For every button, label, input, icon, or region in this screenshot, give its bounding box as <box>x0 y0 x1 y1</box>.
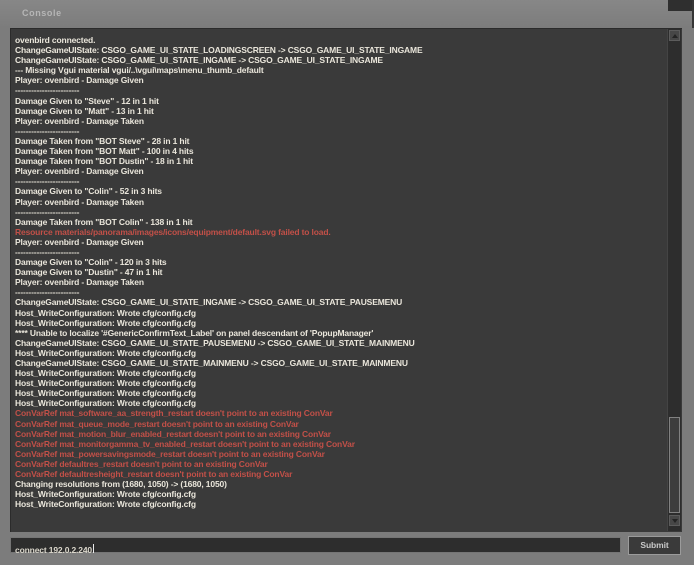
log-line: ChangeGameUIState: CSGO_GAME_UI_STATE_LO… <box>15 45 664 55</box>
log-line: ------------------------ <box>15 287 664 297</box>
log-line: Player: ovenbird - Damage Given <box>15 166 664 176</box>
log-line: ConVarRef defaultresheight_restart doesn… <box>15 469 664 479</box>
submit-button[interactable]: Submit <box>628 536 681 555</box>
log-line: Changing resolutions from (1680, 1050) -… <box>15 479 664 489</box>
log-line: Damage Given to "Matt" - 13 in 1 hit <box>15 106 664 116</box>
log-line: ConVarRef mat_software_aa_strength_resta… <box>15 408 664 418</box>
log-line: ------------------------ <box>15 126 664 136</box>
log-line: Damage Given to "Colin" - 52 in 3 hits <box>15 186 664 196</box>
down-arrow-icon <box>672 519 678 523</box>
log-line: Host_WriteConfiguration: Wrote cfg/confi… <box>15 308 664 318</box>
log-line: ovenbird connected. <box>15 35 664 45</box>
up-arrow-icon <box>672 34 678 38</box>
log-line: ConVarRef defaultres_restart doesn't poi… <box>15 459 664 469</box>
log-line: Player: ovenbird - Damage Taken <box>15 116 664 126</box>
log-line: Host_WriteConfiguration: Wrote cfg/confi… <box>15 489 664 499</box>
log-line: Host_WriteConfiguration: Wrote cfg/confi… <box>15 378 664 388</box>
log-line: ChangeGameUIState: CSGO_GAME_UI_STATE_IN… <box>15 55 664 65</box>
log-line: ConVarRef mat_monitorgamma_tv_enabled_re… <box>15 439 664 449</box>
log-line: ChangeGameUIState: CSGO_GAME_UI_STATE_PA… <box>15 338 664 348</box>
log-line: Player: ovenbird - Damage Given <box>15 75 664 85</box>
log-line: Host_WriteConfiguration: Wrote cfg/confi… <box>15 398 664 408</box>
log-line: Player: ovenbird - Damage Given <box>15 237 664 247</box>
scrollbar-thumb[interactable] <box>669 417 680 513</box>
text-caret <box>93 544 94 553</box>
log-line: Host_WriteConfiguration: Wrote cfg/confi… <box>15 348 664 358</box>
log-line: **** Unable to localize '#GenericConfirm… <box>15 328 664 338</box>
log-line: ------------------------ <box>15 247 664 257</box>
log-line: Player: ovenbird - Damage Taken <box>15 277 664 287</box>
command-input-value: connect 192.0.2.240 <box>15 545 92 555</box>
log-line: Resource materials/panorama/images/icons… <box>15 227 664 237</box>
log-line: ConVarRef mat_motion_blur_enabled_restar… <box>15 429 664 439</box>
log-line: Damage Given to "Dustin" - 47 in 1 hit <box>15 267 664 277</box>
log-line: Damage Taken from "BOT Matt" - 100 in 4 … <box>15 146 664 156</box>
command-input[interactable]: connect 192.0.2.240 <box>10 537 621 553</box>
scroll-up-button[interactable] <box>669 30 680 41</box>
log-line: ConVarRef mat_queue_mode_restart doesn't… <box>15 419 664 429</box>
log-line: ------------------------ <box>15 207 664 217</box>
title-bar[interactable]: Console x <box>0 0 694 28</box>
log-line: ChangeGameUIState: CSGO_GAME_UI_STATE_IN… <box>15 297 664 307</box>
window-title: Console <box>22 8 62 18</box>
log-line: Host_WriteConfiguration: Wrote cfg/confi… <box>15 388 664 398</box>
log-line: ConVarRef mat_powersavingsmode_restart d… <box>15 449 664 459</box>
console-log[interactable]: ovenbird connected.ChangeGameUIState: CS… <box>10 28 682 532</box>
log-line: Damage Given to "Colin" - 120 in 3 hits <box>15 257 664 267</box>
scroll-down-button[interactable] <box>669 515 680 526</box>
log-line: Damage Taken from "BOT Colin" - 138 in 1… <box>15 217 664 227</box>
log-line: --- Missing Vgui material vgui/..\vgui\m… <box>15 65 664 75</box>
log-line: Player: ovenbird - Damage Taken <box>15 197 664 207</box>
log-line: Damage Taken from "BOT Steve" - 28 in 1 … <box>15 136 664 146</box>
log-line: ------------------------ <box>15 85 664 95</box>
log-line: ChangeGameUIState: CSGO_GAME_UI_STATE_MA… <box>15 358 664 368</box>
backdrop-corner <box>668 0 694 11</box>
log-line: Host_WriteConfiguration: Wrote cfg/confi… <box>15 499 664 509</box>
log-line: Damage Given to "Steve" - 12 in 1 hit <box>15 96 664 106</box>
log-line: Host_WriteConfiguration: Wrote cfg/confi… <box>15 318 664 328</box>
scrollbar[interactable] <box>667 29 681 531</box>
log-line: Host_WriteConfiguration: Wrote cfg/confi… <box>15 368 664 378</box>
log-line: Damage Taken from "BOT Dustin" - 18 in 1… <box>15 156 664 166</box>
log-line: ------------------------ <box>15 176 664 186</box>
